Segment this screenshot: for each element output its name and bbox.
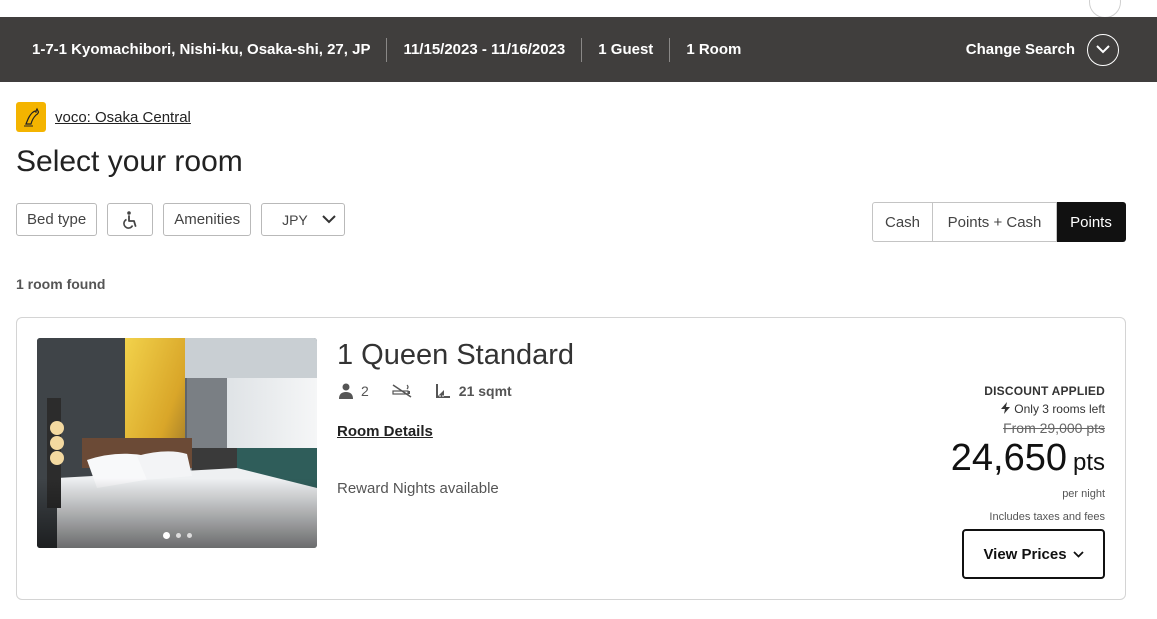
- voco-bird-logo-icon: [16, 102, 46, 132]
- availability-note: Only 3 rooms left: [951, 402, 1105, 416]
- search-dates: 11/15/2023 - 11/16/2023: [403, 41, 566, 58]
- hotel-name-link[interactable]: voco: Osaka Central: [55, 109, 191, 126]
- search-guests: 1 Guest: [598, 41, 654, 58]
- room-details-link[interactable]: Room Details: [337, 423, 433, 440]
- original-price: From 29,000 pts: [1003, 420, 1105, 436]
- accessible-filter-button[interactable]: [107, 203, 154, 236]
- account-button[interactable]: [1089, 0, 1121, 18]
- availability-text: Only 3 rooms left: [1014, 402, 1105, 416]
- room-filters: Bed type Amenities JPY: [16, 203, 346, 236]
- page-title: Select your room: [16, 145, 243, 178]
- change-search-label: Change Search: [965, 41, 1075, 58]
- room-size-icon: [435, 384, 450, 398]
- chevron-down-icon: [322, 215, 336, 224]
- hotel-brand: voco: Osaka Central: [16, 102, 191, 132]
- lightning-icon: [1001, 402, 1011, 414]
- price-unit: pts: [1072, 449, 1105, 476]
- person-icon: [339, 383, 353, 399]
- room-photo: [37, 338, 317, 548]
- room-card: 1 Queen Standard 2 21 sqmt Room Details …: [16, 317, 1126, 600]
- price-amount: 24,650: [950, 437, 1067, 479]
- payment-type-toggle: Cash Points + Cash Points: [872, 202, 1126, 242]
- room-pricing: DISCOUNT APPLIED Only 3 rooms left From …: [951, 384, 1105, 523]
- room-photo-carousel[interactable]: [37, 338, 317, 548]
- carousel-dot[interactable]: [186, 533, 192, 538]
- search-summary-bar: 1-7-1 Kyomachibori, Nishi-ku, Osaka-shi,…: [0, 17, 1157, 82]
- room-attributes: 2 21 sqmt: [339, 383, 512, 399]
- search-address: 1-7-1 Kyomachibori, Nishi-ku, Osaka-shi,…: [32, 41, 371, 58]
- currency-select[interactable]: JPY: [261, 203, 346, 236]
- occupancy-value: 2: [361, 383, 369, 399]
- view-prices-button[interactable]: View Prices: [962, 529, 1105, 579]
- change-search-button[interactable]: Change Search: [965, 33, 1119, 66]
- view-prices-label: View Prices: [983, 545, 1067, 563]
- search-rooms: 1 Room: [686, 41, 742, 58]
- bed-type-filter[interactable]: Bed type: [16, 203, 98, 236]
- current-price: 24,650 pts: [951, 438, 1105, 486]
- chevron-down-icon: [1072, 550, 1084, 558]
- reward-nights-text: Reward Nights available: [337, 480, 499, 497]
- carousel-dot[interactable]: [175, 533, 181, 538]
- no-smoking-icon: [392, 384, 412, 398]
- results-count: 1 room found: [16, 276, 106, 292]
- discount-badge: DISCOUNT APPLIED: [984, 384, 1105, 398]
- top-strip: [0, 0, 1157, 18]
- wheelchair-icon: [123, 210, 137, 229]
- per-night-label: per night: [1062, 488, 1105, 500]
- carousel-dot[interactable]: [162, 532, 170, 539]
- pay-points-option[interactable]: Points: [1057, 202, 1126, 242]
- chevron-down-icon: [1087, 33, 1119, 66]
- carousel-dots: [37, 532, 317, 539]
- taxes-note: Includes taxes and fees: [989, 511, 1105, 523]
- pay-cash-option[interactable]: Cash: [872, 202, 933, 242]
- room-size-value: 21 sqmt: [458, 383, 512, 399]
- currency-value: JPY: [282, 211, 308, 228]
- amenities-filter[interactable]: Amenities: [163, 203, 252, 236]
- room-name: 1 Queen Standard: [337, 339, 575, 371]
- pay-points-cash-option[interactable]: Points + Cash: [933, 202, 1057, 242]
